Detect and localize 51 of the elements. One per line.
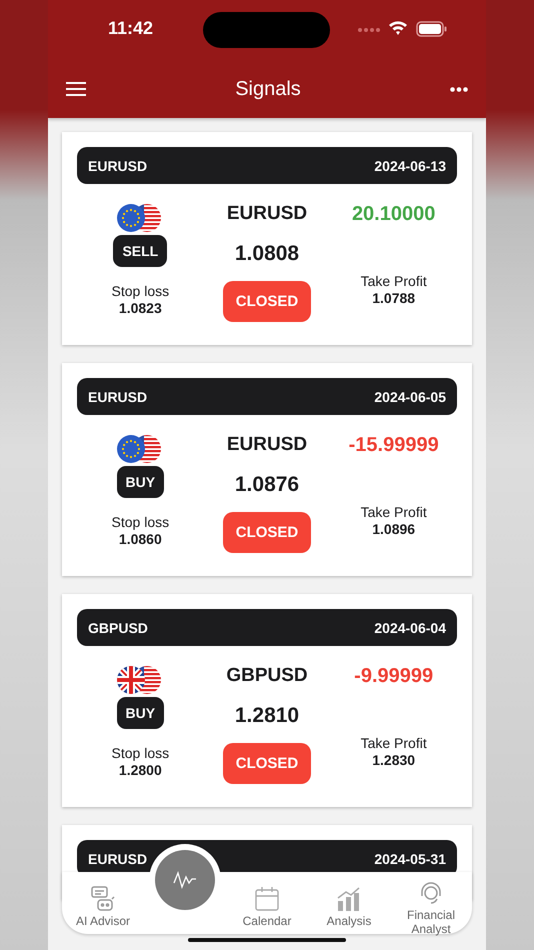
- status-button[interactable]: CLOSED: [222, 512, 312, 553]
- signal-date: 2024-05-31: [374, 850, 446, 866]
- stop-loss-value: 1.2800: [118, 762, 162, 778]
- direction-badge: BUY: [116, 466, 164, 498]
- entry-price: 1.2810: [234, 704, 300, 728]
- entry-price: 1.0876: [234, 473, 300, 497]
- signal-icon: [358, 28, 382, 32]
- nav-label[interactable]: Analysis: [326, 915, 372, 929]
- take-profit-label: Take Profit: [360, 504, 427, 520]
- stop-loss-label: Stop loss: [112, 283, 170, 299]
- direction-badge: SELL: [113, 235, 168, 267]
- screen-title: Signals: [235, 78, 301, 100]
- pair-name: EURUSD: [226, 434, 308, 456]
- signals-button[interactable]: [155, 850, 215, 910]
- nav-label[interactable]: Financial Analyst: [401, 909, 461, 937]
- stop-loss-label: Stop loss: [112, 514, 170, 530]
- bar-chart-icon[interactable]: [336, 886, 362, 912]
- battery-icon: [416, 21, 448, 37]
- pair-symbol: EURUSD: [88, 850, 148, 866]
- wifi-icon: [388, 20, 408, 36]
- stop-loss-value: 1.0860: [118, 531, 162, 547]
- status-button[interactable]: CLOSED: [222, 281, 312, 322]
- pair-symbol: GBPUSD: [88, 620, 148, 636]
- direction-badge: BUY: [116, 697, 164, 729]
- profit-value: -15.99999: [348, 434, 439, 457]
- pair-symbol: EURUSD: [88, 388, 148, 404]
- take-profit-value: 1.2830: [372, 752, 416, 768]
- take-profit-value: 1.0788: [372, 290, 416, 306]
- profit-value: -9.99999: [354, 665, 434, 688]
- nav-label[interactable]: Calendar: [242, 915, 292, 929]
- signal-date: 2024-06-05: [374, 388, 446, 404]
- status-button[interactable]: CLOSED: [222, 743, 312, 784]
- pair-name: GBPUSD: [226, 665, 308, 687]
- profit-value: 20.10000: [352, 203, 436, 226]
- pulse-icon: [173, 871, 197, 889]
- stop-loss-label: Stop loss: [112, 745, 170, 761]
- stop-loss-value: 1.0823: [118, 300, 162, 316]
- more-icon[interactable]: [450, 86, 468, 92]
- calendar-icon[interactable]: [254, 886, 280, 912]
- chat-robot-icon[interactable]: [90, 886, 116, 912]
- status-time: 11:42: [108, 18, 154, 39]
- nav-label[interactable]: AI Advisor: [76, 915, 130, 929]
- menu-icon[interactable]: [66, 81, 86, 97]
- take-profit-label: Take Profit: [360, 735, 427, 751]
- pair-name: EURUSD: [226, 203, 308, 225]
- signal-date: 2024-06-13: [374, 158, 446, 174]
- take-profit-label: Take Profit: [360, 273, 427, 289]
- take-profit-value: 1.0896: [372, 521, 416, 537]
- entry-price: 1.0808: [234, 242, 300, 266]
- signal-date: 2024-06-04: [374, 620, 446, 636]
- pair-symbol: EURUSD: [88, 158, 148, 174]
